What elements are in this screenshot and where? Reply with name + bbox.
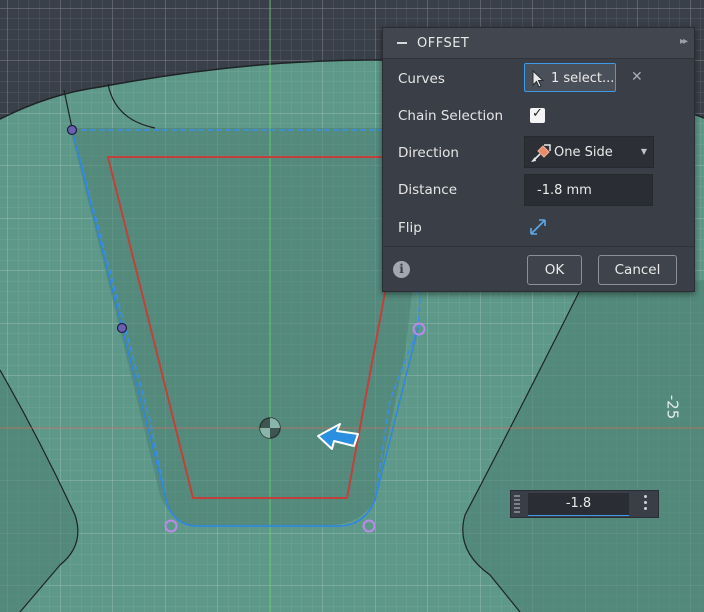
expand-icon[interactable]: ▸▸	[680, 36, 688, 47]
curves-select-label: 1 select...	[551, 71, 615, 86]
chevron-down-icon: ▼	[640, 147, 647, 156]
axis-dimension-label: -25	[663, 394, 682, 420]
cursor-icon	[532, 70, 545, 88]
drag-grip-icon[interactable]	[514, 495, 520, 513]
info-icon[interactable]: i	[393, 261, 410, 278]
ok-button[interactable]: OK	[527, 255, 582, 285]
dialog-divider	[383, 246, 694, 247]
direction-value: One Side	[554, 145, 613, 160]
cancel-button[interactable]: Cancel	[598, 255, 677, 285]
distance-value: -1.8 mm	[537, 183, 592, 198]
curves-select-button[interactable]: 1 select...	[524, 63, 616, 92]
origin-icon	[259, 417, 281, 439]
direction-label: Direction	[398, 145, 459, 161]
distance-label: Distance	[398, 182, 458, 198]
distance-quick-value: -1.8	[565, 496, 592, 511]
flip-icon[interactable]	[529, 218, 547, 236]
chain-selection-row: Chain Selection ✓	[383, 97, 694, 134]
sketch-point	[66, 124, 78, 136]
curves-row: Curves 1 select... ✕	[383, 60, 694, 97]
clear-icon[interactable]: ✕	[631, 69, 643, 85]
sketch-point	[116, 322, 128, 334]
dialog-title: OFFSET	[417, 36, 470, 51]
distance-input-box[interactable]: -1.8	[510, 490, 659, 518]
flip-row: Flip	[383, 209, 694, 246]
chain-selection-checkbox[interactable]: ✓	[530, 106, 545, 123]
offset-dialog: OFFSET ▸▸ Curves 1 select... ✕ Chain Sel…	[382, 27, 695, 292]
flip-label: Flip	[398, 220, 422, 236]
collapse-icon[interactable]	[397, 42, 407, 44]
distance-quick-input[interactable]: -1.8	[528, 493, 629, 516]
checkmark-icon: ✓	[532, 106, 543, 121]
chain-selection-label: Chain Selection	[398, 108, 504, 124]
distance-input[interactable]: -1.8 mm	[524, 174, 653, 206]
dialog-header: OFFSET ▸▸	[383, 28, 694, 59]
curves-label: Curves	[398, 71, 445, 87]
direction-icon	[531, 144, 551, 162]
distance-row: Distance -1.8 mm	[383, 171, 694, 208]
direction-row: Direction One Side ▼	[383, 134, 694, 171]
more-options-icon[interactable]	[644, 495, 647, 513]
direction-dropdown[interactable]: One Side ▼	[524, 136, 654, 168]
